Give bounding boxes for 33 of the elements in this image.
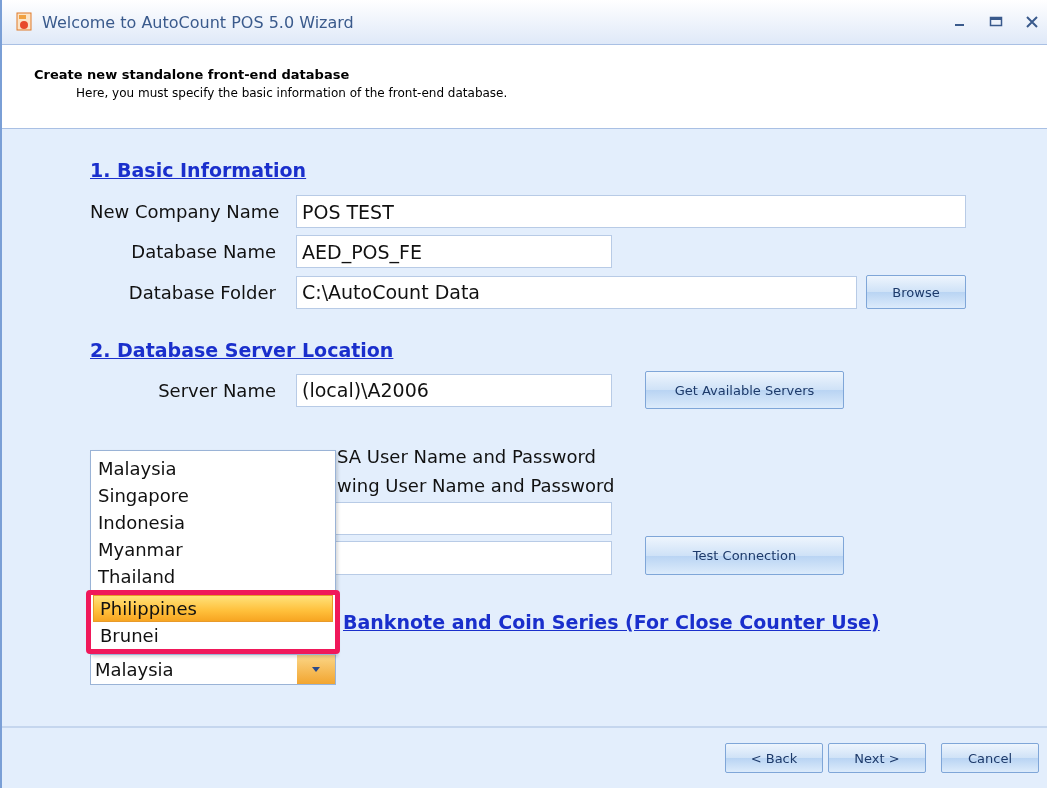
dropdown-option[interactable]: Malaysia [91,455,335,482]
dropdown-option[interactable]: Thailand [91,563,335,590]
dropdown-option[interactable]: Philippines [93,595,333,622]
section-heading: 1. Basic Information [90,159,307,181]
wizard-button[interactable]: Next > [828,743,926,773]
dropdown-arrow-icon[interactable] [312,666,320,672]
text-field[interactable]: AED_POS_FE [296,235,612,268]
maximize-icon[interactable] [989,15,1003,29]
text-field[interactable]: (local)\A2006 [296,373,612,407]
text-field[interactable]: C:\AutoCount Data [296,275,857,309]
section-heading: 2. Database Server Location [90,339,394,361]
page-subtitle: Here, you must specify the basic information of the front-end database. [75,86,509,100]
field-label: Database Folder [127,281,276,303]
window-title: Welcome to AutoCount POS 5.0 Wizard [42,12,355,32]
option-label: wing User Name and Password [337,475,615,496]
option-label: SA User Name and Password [337,446,597,467]
dropdown-option[interactable]: Indonesia [91,509,335,536]
dropdown-option[interactable]: Singapore [91,482,335,509]
app-icon [16,12,34,32]
dropdown-option[interactable]: Myanmar [91,536,335,563]
wizard-button[interactable]: Cancel [941,743,1039,773]
country-dropdown[interactable]: Malaysia [90,653,336,685]
dropdown-option[interactable]: Brunei [93,622,333,649]
test-connection-button[interactable]: Test Connection [645,536,844,575]
page-title: Create new standalone front-end database [34,67,351,82]
browse-button[interactable]: Browse [866,275,966,309]
wizard-button[interactable]: < Back [725,743,823,773]
text-field[interactable]: POS TEST [296,195,966,228]
section-heading: Banknote and Coin Series (For Close Counter Use) [343,611,880,633]
get-servers-button[interactable]: Get Available Servers [645,371,844,409]
field-label: Server Name [157,379,276,401]
field-label: Database Name [130,241,276,262]
close-icon[interactable] [1025,15,1039,29]
